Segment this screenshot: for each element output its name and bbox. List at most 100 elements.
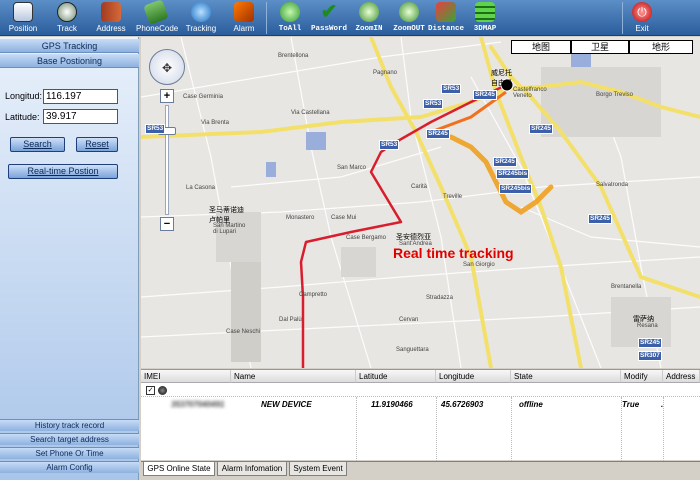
tracking-globe-icon [191,2,211,22]
3dmap-button[interactable]: 3DMAP [470,0,500,36]
cervan-label: Cervan [399,317,419,323]
via-brenta-label: Via Brenta [201,120,229,126]
stack-icon [475,2,495,22]
latitude-cell: 11.9190466 [371,400,413,409]
zoomout-button[interactable]: ZoomOUT [390,0,428,36]
road-shield: SR53 [379,140,400,150]
device-status-icon [158,386,167,395]
case-neschi-label: Case Neschi [226,329,261,335]
tab-gps-online-state[interactable]: GPS Online State [143,462,215,476]
column-divider [663,397,664,461]
toolbar-divider [266,2,267,34]
road-shield: SR307 [638,351,662,361]
column-divider [621,397,622,461]
longitude-input[interactable] [43,89,118,104]
track-button[interactable]: Track [50,0,84,36]
venice-label-cn: 威尼托 自由堡 [491,70,512,87]
zoom-out-icon [399,2,419,22]
imei-cell: 353707040491 [171,400,225,409]
latitude-input[interactable] [43,109,118,124]
address-button[interactable]: Address [94,0,128,36]
brentellona-label: Brentellona [278,53,309,59]
zoom-slider[interactable] [165,105,169,215]
column-divider [511,397,512,461]
campretto-label: Campretto [299,292,328,298]
col-header-imei[interactable]: IMEI [141,370,231,383]
salvatronda-label: Salvatronda [596,182,629,188]
map-type-map[interactable]: 地图 [511,40,571,54]
realtime-position-button[interactable]: Real-time Postion [8,164,118,179]
history-track-record[interactable]: History track record [0,419,139,431]
bergamo-label: Case Bergamo [346,235,387,241]
road-shield: SR245 [638,338,662,348]
search-target-address[interactable]: Search target address [0,433,139,445]
map-type-terrain[interactable]: 地形 [629,40,693,54]
road-shield: SR245 [493,157,517,167]
resana-label: Resana [637,323,658,329]
col-header-state[interactable]: State [511,370,621,383]
monastero-label: Monastero [286,215,315,221]
address-book-icon [101,2,121,22]
san-martino-cn-label: 圣马蒂诺迪 卢帕里 [209,207,244,224]
road-shield: SR245 [529,124,553,134]
treville-label: Treville [443,194,463,200]
pan-control[interactable]: ✥ [149,49,185,85]
via-castellana-label: Via Castellana [291,110,330,116]
column-divider [356,397,357,461]
zoomin-button[interactable]: ZoomIN [352,0,386,36]
tab-alarm-information[interactable]: Alarm Infomation [217,462,287,476]
dal-palu-label: Dal Palù [279,317,302,323]
recycle-icon [280,2,300,22]
tab-system-event[interactable]: System Event [289,462,347,476]
search-button[interactable]: Search [10,137,65,152]
zoom-in-icon [359,2,379,22]
tracking-button[interactable]: Tracking [184,0,218,36]
table-row[interactable]: ✓ 353707040491 NEW DEVICE 11.9190466 45.… [141,384,700,409]
row-checkbox[interactable]: ✓ [146,386,155,395]
road-shield: SR245 [473,90,497,100]
gavel-icon [234,2,254,22]
main-toolbar: Position Track Address PhoneCode Trackin… [0,0,700,36]
real-time-tracking-annotation: Real time tracking [393,245,514,261]
longitude-label: Longitud: [5,91,43,101]
col-header-latitude[interactable]: Latitude [356,370,436,383]
zoom-out-control[interactable]: − [160,217,174,231]
case-germinia-label: Case Germinia [183,94,224,100]
bottom-tabs: GPS Online State Alarm Infomation System… [141,461,700,480]
san-giorgio-label: San Giorgio [463,262,495,268]
carita-label: Carità [411,184,428,190]
brentanella-label: Brentanella [611,284,642,290]
map-view[interactable]: 地图 卫星 地形 ✥ + − 威尼托 自由堡 Castelfranco Vene… [141,37,700,368]
checkmark-icon: ✔ [320,1,338,23]
alarm-button[interactable]: Alarm [230,0,258,36]
col-header-name[interactable]: Name [231,370,356,383]
set-phone-or-time[interactable]: Set Phone Or Time [0,447,139,459]
pagnano-label: Pagnano [373,70,398,76]
col-header-longitude[interactable]: Longitude [436,370,511,383]
gps-tracking-header[interactable]: GPS Tracking [0,39,139,53]
alarm-config[interactable]: Alarm Config [0,461,139,473]
road-shield: SR245 [588,214,612,224]
distance-button[interactable]: Distance [428,0,464,36]
position-button[interactable]: Position [2,0,44,36]
latitude-label: Latitude: [5,112,40,122]
compass-icon [57,2,77,22]
la-casona-label: La Casona [186,185,216,191]
road-shield: SR245bis [499,184,533,194]
col-header-address[interactable]: Address [663,370,700,383]
exit-button[interactable]: ⏻ Exit [628,0,656,36]
position-icon [13,2,33,22]
tag-icon [143,0,169,25]
phonecode-button[interactable]: PhoneCode [136,0,178,36]
reset-button[interactable]: Reset [76,137,118,152]
col-header-modify[interactable]: Modify [621,370,663,383]
zoom-in-control[interactable]: + [160,89,174,103]
map-type-satellite[interactable]: 卫星 [571,40,629,54]
password-button[interactable]: ✔ PassWord [310,0,348,36]
base-positioning-header[interactable]: Base Postioning [0,54,139,68]
toall-button[interactable]: ToAll [275,0,305,36]
map-canvas [141,37,700,368]
castelfranco-label: Castelfranco Veneto [513,87,547,99]
toolbar-divider [622,2,623,34]
longitude-cell: 45.6726903 [441,400,484,409]
